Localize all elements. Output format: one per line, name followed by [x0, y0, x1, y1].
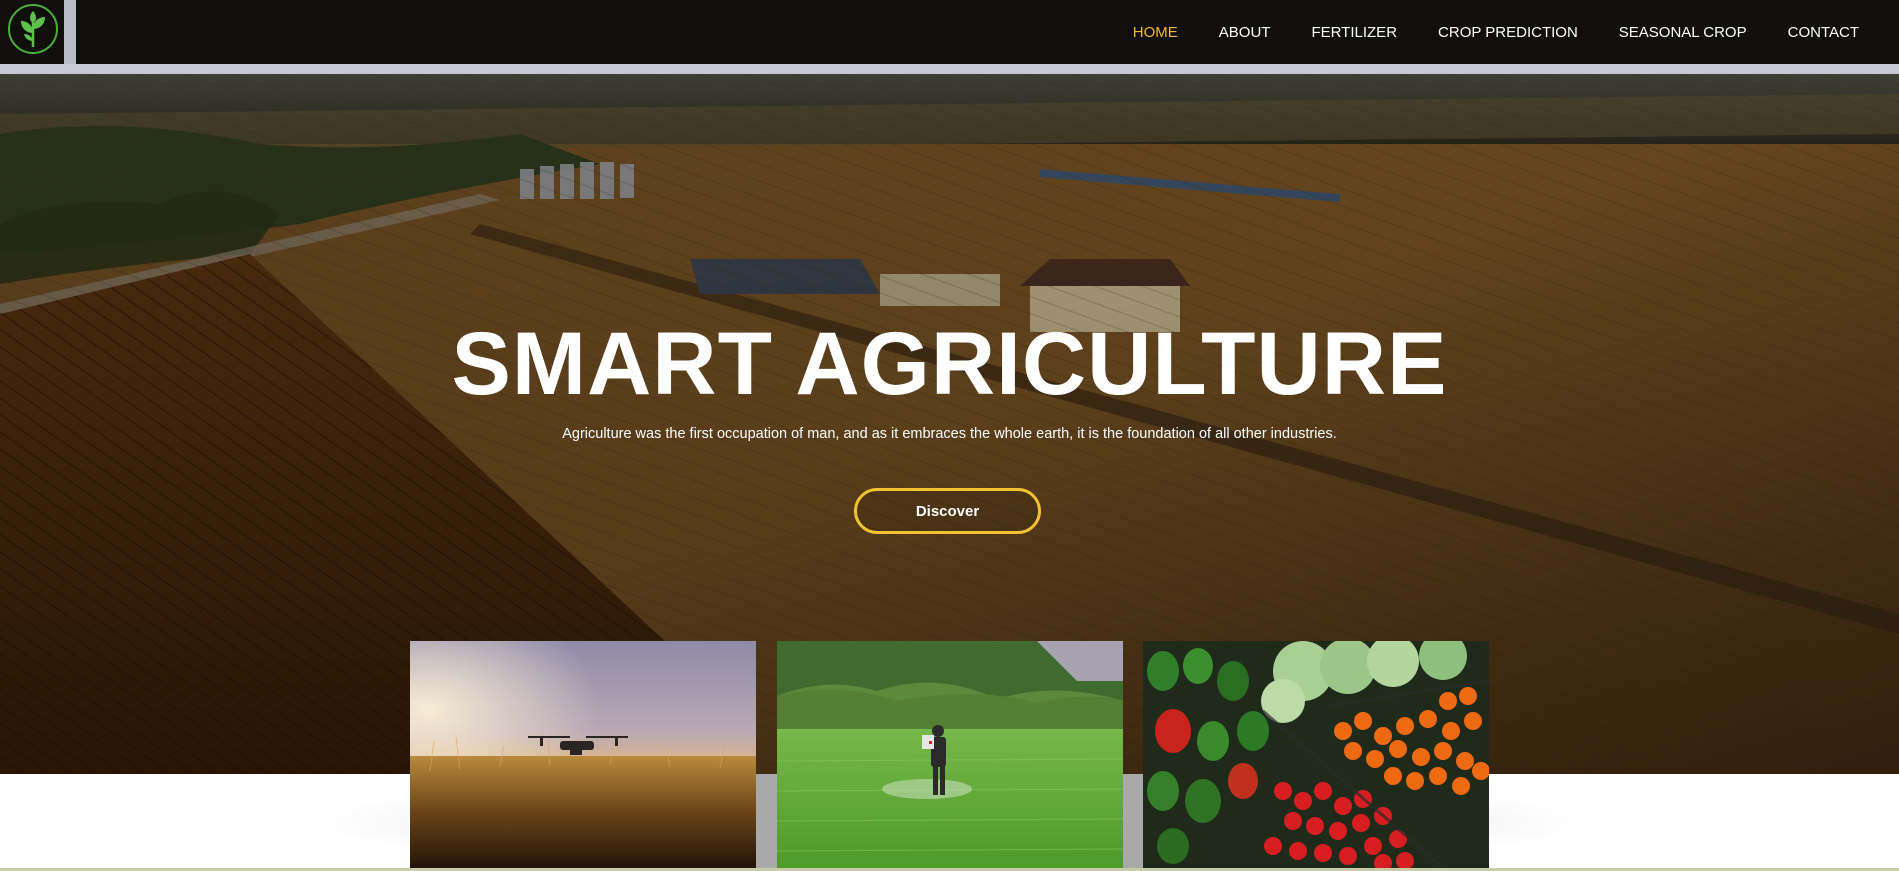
nav-crop-prediction[interactable]: CROP PREDICTION	[1438, 24, 1578, 41]
card-gap	[756, 774, 777, 871]
logo[interactable]	[0, 0, 64, 64]
card-sprayer[interactable]	[777, 641, 1123, 868]
navbar: HOME ABOUT FERTILIZER CROP PREDICTION SE…	[0, 0, 1899, 64]
card-gap	[1123, 774, 1144, 871]
farmer-spraying-image	[777, 641, 1123, 868]
nav-home[interactable]: HOME	[1133, 24, 1178, 41]
nav-seasonal-crop[interactable]: SEASONAL CROP	[1619, 24, 1747, 41]
logo-divider	[64, 0, 76, 64]
discover-button[interactable]: Discover	[854, 488, 1041, 534]
hero-title: SMART AGRICULTURE	[451, 313, 1448, 413]
vegetables-market-image	[1143, 641, 1489, 868]
drone-field-image	[410, 641, 756, 868]
card-vegetables[interactable]	[1143, 641, 1489, 868]
nav-about[interactable]: ABOUT	[1219, 24, 1271, 41]
card-drone[interactable]	[410, 641, 756, 868]
plant-sprout-icon	[8, 4, 58, 54]
nav-contact[interactable]: CONTACT	[1788, 24, 1859, 41]
nav-fertilizer[interactable]: FERTILIZER	[1311, 24, 1397, 41]
nav-strip	[0, 64, 1899, 74]
hero-subtitle: Agriculture was the first occupation of …	[562, 426, 1337, 442]
nav-menu: HOME ABOUT FERTILIZER CROP PREDICTION SE…	[1092, 0, 1859, 64]
